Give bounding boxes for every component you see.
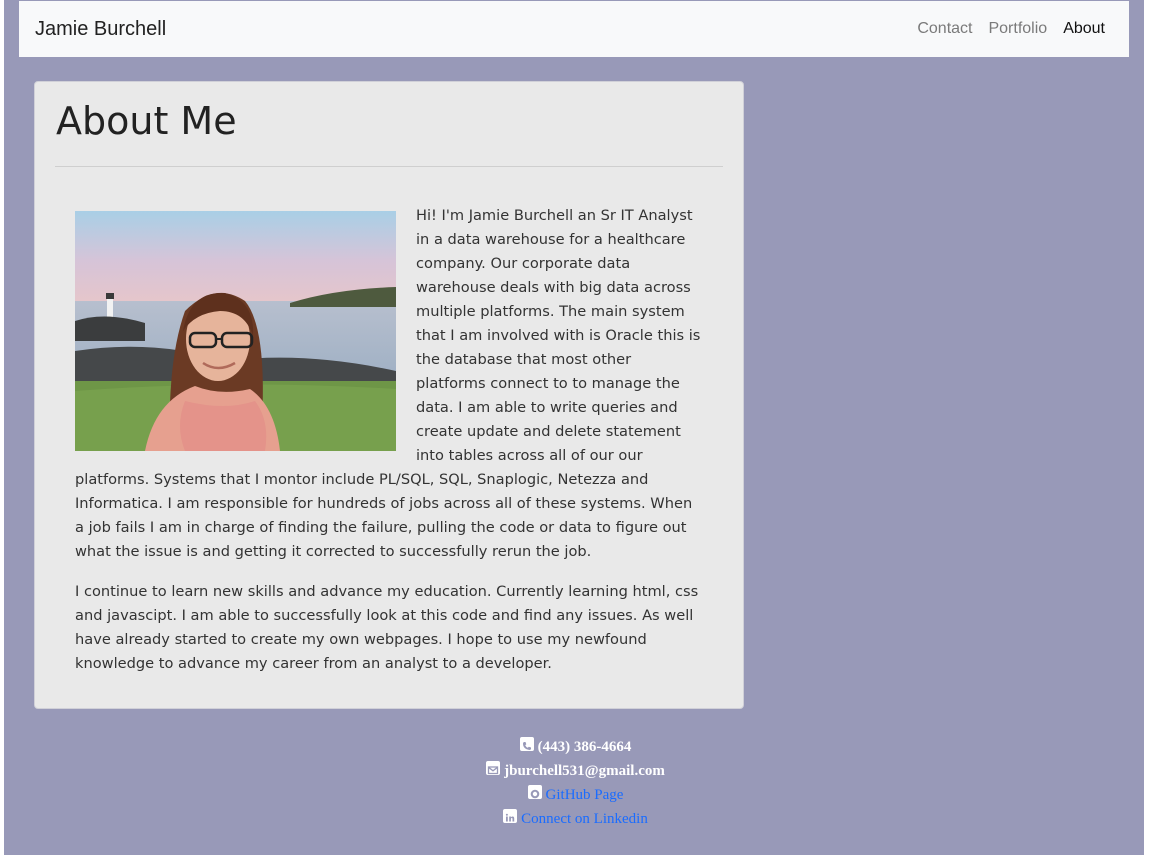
page-title: About Me	[56, 99, 237, 143]
github-link[interactable]: GitHub Page	[546, 787, 624, 803]
github-icon	[527, 785, 542, 799]
phone-icon	[519, 737, 534, 751]
brand-link[interactable]: Jamie Burchell	[35, 18, 166, 41]
navbar: Jamie Burchell Contact Portfolio About	[19, 1, 1129, 57]
about-card: About Me Hi! I'm Jamie Burchell an Sr IT…	[34, 81, 744, 709]
about-content: Hi! I'm Jamie Burchell an Sr IT Analyst …	[55, 167, 723, 676]
footer-github-row: GitHub Page	[0, 783, 1151, 807]
nav-link-portfolio[interactable]: Portfolio	[988, 20, 1047, 38]
footer-email-row: jburchell531@gmail.com	[0, 759, 1151, 783]
nav-link-contact[interactable]: Contact	[917, 20, 972, 38]
nav-links: Contact Portfolio About	[917, 20, 1105, 38]
linkedin-link[interactable]: Connect on Linkedin	[521, 811, 648, 827]
phone-number: (443) 386-4664	[537, 739, 632, 755]
nav-link-about[interactable]: About	[1063, 20, 1105, 38]
email-address: jburchell531@gmail.com	[504, 763, 665, 779]
footer-linkedin-row: Connect on Linkedin	[0, 807, 1151, 831]
about-paragraph-2: I continue to learn new skills and advan…	[75, 583, 699, 672]
footer-phone-row: (443) 386-4664	[0, 735, 1151, 759]
footer-contact: (443) 386-4664 jburchell531@gmail.com Gi…	[0, 735, 1151, 831]
linkedin-icon	[503, 809, 518, 823]
envelope-icon	[486, 761, 501, 775]
profile-photo	[75, 211, 396, 451]
